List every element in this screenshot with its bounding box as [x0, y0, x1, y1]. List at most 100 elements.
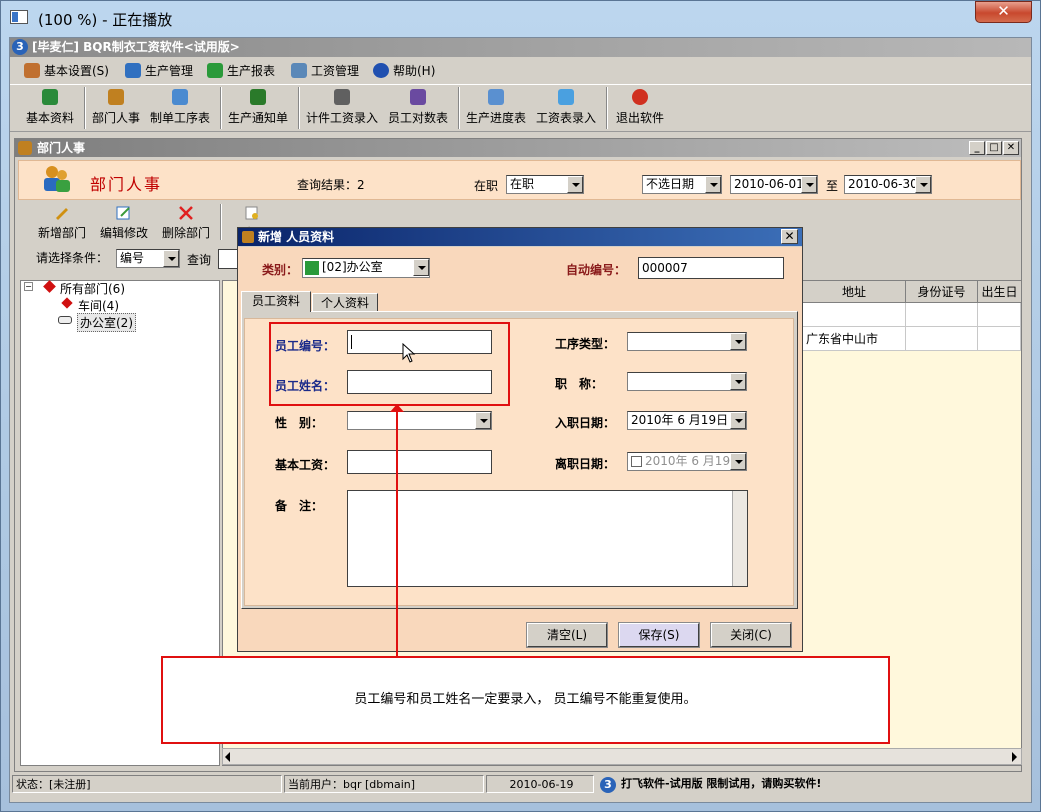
leave-date-checkbox[interactable] — [631, 456, 642, 467]
status-filter-select[interactable]: 在职 — [506, 175, 584, 194]
app-logo-icon: 3 — [600, 777, 616, 793]
personnel-icon — [242, 231, 254, 243]
tree-item-workshop[interactable]: 车间(4) — [78, 297, 119, 314]
highlight-box — [269, 322, 510, 406]
dept-personnel-title-bar: 部门人事 _ □ ✕ — [15, 139, 1021, 157]
tab-employee-info[interactable]: 员工资料 — [241, 291, 311, 312]
dept-personnel-title: 部门人事 — [37, 141, 86, 155]
process-sheet-icon — [172, 89, 188, 105]
auto-number-label: 自动编号： — [566, 263, 627, 277]
help-icon — [373, 63, 389, 78]
date-from-picker[interactable]: 2010-06-01 — [730, 175, 818, 194]
settings-icon — [24, 63, 40, 78]
leave-date-label: 离职日期： — [555, 457, 616, 471]
scroll-right-icon[interactable] — [1012, 752, 1017, 762]
horizontal-scrollbar[interactable] — [222, 748, 1022, 765]
process-type-select[interactable] — [627, 332, 747, 351]
leave-date-picker[interactable]: 2010年 6 月19日 — [627, 452, 747, 471]
toolbar-piece-wage-entry[interactable]: 计件工资录入 — [302, 87, 382, 129]
app-logo-icon: 3 — [12, 39, 28, 55]
tab-personal-info[interactable]: 个人资料 — [312, 293, 378, 311]
piece-wage-icon — [334, 89, 350, 105]
status-trial-notice: 打飞软件-试用版 限制试用，请购买软件! — [621, 777, 822, 790]
open-folder-icon — [58, 316, 72, 324]
maximize-button[interactable]: □ — [986, 141, 1002, 155]
table-cell: 广东省中山市 — [803, 327, 906, 351]
toolbar-production-notice[interactable]: 生产通知单 — [224, 87, 292, 129]
auto-number-field[interactable]: 000007 — [638, 257, 784, 279]
menu-help[interactable]: 帮助(H) — [373, 62, 435, 80]
query-input[interactable] — [218, 249, 238, 269]
hire-date-picker[interactable]: 2010年 6 月19日 — [627, 411, 747, 430]
outer-close-button[interactable]: ✕ — [975, 1, 1032, 23]
filter-field-select[interactable]: 编号 — [116, 249, 180, 268]
chevron-down-icon — [730, 453, 746, 470]
close-dialog-button[interactable]: 关闭(C) — [710, 622, 792, 648]
chevron-down-icon — [730, 373, 746, 390]
minimize-button[interactable]: _ — [969, 141, 985, 155]
player-icon — [10, 10, 28, 24]
clear-button[interactable]: 清空(L) — [526, 622, 608, 648]
toolbar-progress[interactable]: 生产进度表 — [462, 87, 530, 129]
toolbar-salary-entry[interactable]: 工资表录入 — [532, 87, 600, 129]
edit-icon — [116, 206, 130, 220]
tree-root[interactable]: 所有部门(6) — [60, 280, 125, 297]
query-result: 查询结果：2 — [297, 178, 365, 192]
chevron-down-icon — [915, 176, 931, 193]
gender-label: 性 别： — [275, 416, 324, 430]
chevron-down-icon — [730, 333, 746, 350]
report-icon — [207, 63, 223, 78]
basic-data-icon — [42, 89, 58, 105]
collapse-toggle-icon[interactable]: − — [24, 282, 33, 291]
progress-icon — [488, 89, 504, 105]
toolbar-separator — [84, 87, 86, 129]
chevron-down-icon — [705, 176, 721, 193]
toolbar-exit[interactable]: 退出软件 — [612, 87, 668, 129]
table-cell — [978, 303, 1021, 327]
gender-select[interactable] — [347, 411, 492, 430]
toolbar-process-sheet[interactable]: 制单工序表 — [146, 87, 214, 129]
add-dept-button[interactable]: 新增部门 — [34, 203, 90, 240]
edit-dept-button[interactable]: 编辑修改 — [96, 203, 152, 240]
date-to-picker[interactable]: 2010-06-30 — [844, 175, 932, 194]
title-label: 职 称： — [555, 377, 604, 391]
chevron-down-icon — [567, 176, 583, 193]
category-select[interactable]: [02]办公室 — [302, 258, 430, 278]
toolbar-employee-reconcile[interactable]: 员工对数表 — [384, 87, 452, 129]
menu-basic-settings[interactable]: 基本设置(S) — [24, 62, 109, 80]
column-header-id-number[interactable]: 身份证号 — [906, 281, 978, 303]
menu-production-report[interactable]: 生产报表 — [207, 62, 275, 80]
table-cell — [906, 303, 978, 327]
production-notice-icon — [250, 89, 266, 105]
app-title-bar: 3 [毕麦仁] BQR制衣工资软件<试用版> — [10, 38, 1031, 57]
outer-title: (100 %) - 正在播放 — [38, 11, 173, 29]
page-title: 部门人事 — [90, 175, 163, 194]
title-select[interactable] — [627, 372, 747, 391]
date-to-label: 至 — [826, 179, 839, 193]
date-mode-select[interactable]: 不选日期 — [642, 175, 722, 194]
vertical-scrollbar[interactable] — [732, 491, 747, 586]
close-button[interactable]: ✕ — [1003, 141, 1019, 155]
dialog-close-button[interactable]: ✕ — [781, 229, 798, 244]
save-button[interactable]: 保存(S) — [618, 622, 700, 648]
personnel-icon — [18, 141, 32, 155]
scroll-left-icon[interactable] — [225, 752, 230, 762]
toolbar-dept-personnel[interactable]: 部门人事 — [88, 87, 144, 129]
outer-title-bar: (100 %) - 正在播放 — [0, 0, 1041, 36]
remark-textarea[interactable] — [347, 490, 748, 587]
search-icon — [291, 63, 307, 78]
toolbar-separator — [298, 87, 300, 129]
chevron-down-icon — [413, 259, 429, 276]
tree-item-office[interactable]: 办公室(2) — [77, 313, 136, 332]
column-header-address[interactable]: 地址 — [803, 281, 906, 303]
base-salary-input[interactable] — [347, 450, 492, 474]
toolbar-separator — [220, 204, 222, 240]
chevron-down-icon — [163, 250, 179, 267]
column-header-birth-date[interactable]: 出生日 — [978, 281, 1021, 303]
menu-salary[interactable]: 工资管理 — [291, 62, 359, 80]
delete-dept-button[interactable]: 删除部门 — [158, 203, 214, 240]
personnel-icon — [108, 89, 124, 105]
menu-production[interactable]: 生产管理 — [125, 62, 193, 80]
chevron-down-icon — [475, 412, 491, 429]
toolbar-basic-data[interactable]: 基本资料 — [22, 87, 78, 129]
